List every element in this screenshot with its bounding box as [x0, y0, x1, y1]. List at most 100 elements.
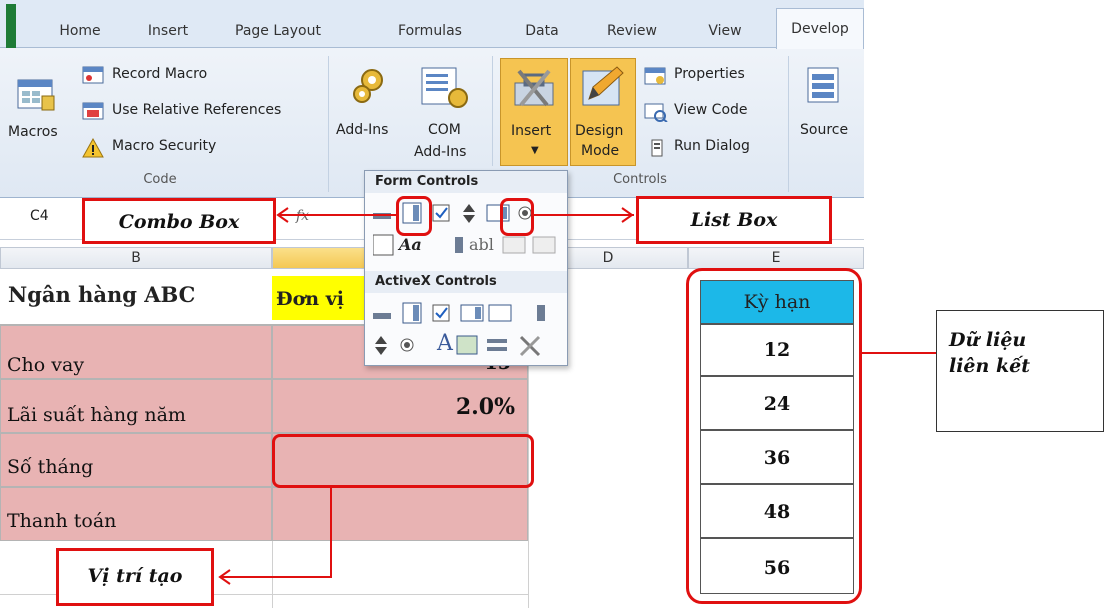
design-label-2: Mode — [581, 143, 620, 159]
activex-row-2 — [375, 335, 541, 357]
row-label-cell[interactable]: Lãi suất hàng năm — [0, 379, 272, 433]
properties-button[interactable]: Properties — [644, 64, 774, 88]
file-tab-edge — [6, 4, 16, 48]
check-box-icon — [432, 204, 450, 222]
design-label-1: Design — [575, 123, 624, 139]
run-dialog-label: Run Dialog — [674, 138, 750, 154]
macros-icon — [17, 79, 55, 111]
relative-references-label: Use Relative References — [112, 102, 282, 118]
record-macro-button[interactable]: Record Macro — [80, 64, 300, 88]
column-header-b[interactable]: B — [0, 247, 272, 269]
row-value-cell[interactable] — [272, 487, 528, 541]
row-label-cell[interactable]: Cho vay — [0, 325, 272, 379]
design-mode-icon — [582, 66, 624, 106]
list-box-highlight — [500, 198, 534, 236]
warning-icon — [82, 138, 104, 158]
macros-button[interactable]: Macros — [8, 72, 68, 162]
com-label-1: COM — [428, 122, 461, 138]
combo-list-edit-icon — [502, 236, 526, 254]
design-mode-button[interactable]: Design Mode — [570, 58, 636, 166]
activex-spin-button-icon — [375, 336, 387, 344]
add-ins-button[interactable]: Add-Ins — [336, 60, 400, 170]
properties-label: Properties — [674, 66, 745, 82]
source-label: Source — [800, 122, 849, 138]
source-button[interactable]: Source — [796, 60, 860, 170]
group-divider — [328, 56, 329, 192]
toggle-button-icon — [487, 339, 507, 343]
text-box-icon — [488, 304, 512, 322]
row-value-cell[interactable]: 2.0% — [272, 379, 528, 433]
view-code-label: View Code — [674, 102, 748, 118]
com-label-2: Add-Ins — [414, 144, 467, 160]
edit-box-icon: abl — [469, 235, 494, 254]
tab-page-layout[interactable]: Page Layout — [218, 14, 338, 48]
tab-view[interactable]: View — [690, 14, 760, 48]
tab-home[interactable]: Home — [40, 14, 120, 48]
create-position-callout: Vị trí tạo — [56, 548, 214, 606]
relative-references-icon — [82, 102, 104, 120]
arrow-right-icon — [621, 207, 634, 223]
column-gridline — [272, 541, 273, 608]
use-relative-references-button[interactable]: Use Relative References — [80, 100, 320, 124]
column-header-e[interactable]: E — [688, 247, 864, 269]
combo-box-highlight — [396, 196, 432, 236]
row-label-cell[interactable]: Số tháng — [0, 433, 272, 487]
combo-box-callout: Combo Box — [82, 198, 276, 244]
com-add-ins-icon — [421, 67, 468, 108]
form-controls-header: Form Controls — [365, 171, 567, 193]
activex-check-box-icon — [432, 304, 450, 322]
row-label: Cho vay — [7, 354, 85, 376]
gears-icon — [353, 69, 383, 103]
tab-formulas[interactable]: Formulas — [378, 14, 482, 48]
activex-controls-header: ActiveX Controls — [365, 271, 567, 293]
combo-box-arrow — [280, 214, 398, 216]
view-code-button[interactable]: View Code — [644, 100, 774, 124]
image-control-icon — [456, 335, 478, 355]
row-label: Lãi suất hàng năm — [7, 404, 186, 426]
row-label-cell[interactable]: Thanh toán — [0, 487, 272, 541]
insert-label: Insert — [511, 123, 552, 139]
controls-group-label: Controls — [613, 172, 667, 187]
macro-security-label: Macro Security — [112, 138, 217, 154]
view-code-icon — [644, 103, 668, 122]
macros-label: Macros — [8, 124, 58, 140]
create-position-connector — [222, 576, 332, 578]
linked-data-highlight — [686, 268, 862, 604]
row-label: Thanh toán — [7, 510, 117, 532]
list-box-arrow — [532, 214, 634, 216]
label-control-icon: Aa — [399, 235, 422, 254]
fx-icon[interactable]: fx — [296, 208, 309, 224]
macro-security-button[interactable]: Macro Security — [80, 136, 280, 160]
record-macro-label: Record Macro — [112, 66, 208, 82]
com-add-ins-button[interactable]: COM Add-Ins — [410, 60, 482, 170]
linked-data-connector — [862, 352, 936, 354]
row-value: 2.0% — [455, 394, 515, 420]
run-dialog-button[interactable]: Run Dialog — [644, 136, 780, 160]
create-position-connector — [330, 488, 332, 578]
insert-controls-button[interactable]: Insert ▼ — [500, 58, 568, 166]
activex-label-icon: A — [437, 331, 453, 356]
properties-icon — [644, 67, 666, 85]
add-ins-label: Add-Ins — [336, 122, 389, 138]
tab-developer[interactable]: Develop — [776, 8, 864, 49]
record-macro-icon — [82, 66, 104, 84]
xml-source-icon — [807, 67, 839, 103]
arrow-left-icon — [218, 569, 231, 585]
tab-review[interactable]: Review — [592, 14, 672, 48]
code-group-label: Code — [143, 172, 177, 187]
linked-data-callout: Dữ liệu liên kết — [936, 310, 1104, 432]
tab-insert[interactable]: Insert — [132, 14, 204, 48]
group-box-icon — [373, 234, 394, 256]
create-position-highlight — [272, 434, 534, 488]
chevron-down-icon: ▼ — [531, 145, 539, 156]
activex-scroll-bar-icon — [537, 305, 545, 321]
tab-data[interactable]: Data — [512, 14, 572, 48]
list-box-callout: List Box — [636, 196, 832, 244]
linked-data-line-2: liên kết — [949, 355, 1030, 377]
group-divider — [492, 56, 493, 166]
group-divider — [788, 56, 789, 192]
combo-drop-down-edit-icon — [532, 236, 556, 254]
bank-title: Ngân hàng ABC — [8, 282, 196, 307]
activex-row-1 — [373, 302, 545, 324]
command-button-icon — [373, 313, 391, 319]
